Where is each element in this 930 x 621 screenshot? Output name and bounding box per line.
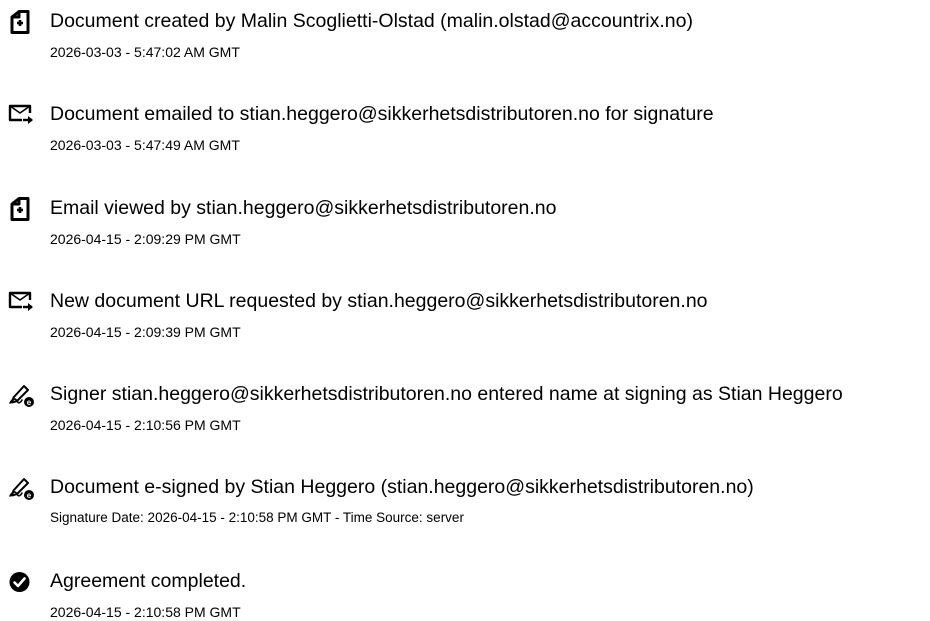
event-title: New document URL requested by stian.hegg… xyxy=(50,290,708,312)
event-title: Signer stian.heggero@sikkerhetsdistribut… xyxy=(50,383,843,405)
history-event: Email viewed by stian.heggero@sikkerhets… xyxy=(0,187,930,247)
signature-pen-icon: e xyxy=(8,383,36,409)
event-title: Document emailed to stian.heggero@sikker… xyxy=(50,103,714,125)
check-circle-icon xyxy=(8,570,36,596)
event-title: Document created by Malin Scoglietti-Ols… xyxy=(50,10,693,32)
email-sent-icon xyxy=(8,103,36,129)
signature-pen-icon: e xyxy=(8,476,36,502)
history-event: Document created by Malin Scoglietti-Ols… xyxy=(0,0,930,60)
event-title: Agreement completed. xyxy=(50,570,247,592)
history-event: Document emailed to stian.heggero@sikker… xyxy=(0,93,930,153)
event-title: Email viewed by stian.heggero@sikkerhets… xyxy=(50,197,557,219)
event-timestamp: 2026-04-15 - 2:09:39 PM GMT xyxy=(50,324,241,340)
event-timestamp: 2026-04-15 - 2:10:58 PM GMT xyxy=(50,604,241,620)
svg-text:e: e xyxy=(27,491,32,500)
event-timestamp: 2026-03-03 - 5:47:02 AM GMT xyxy=(50,44,240,60)
svg-text:e: e xyxy=(27,398,32,407)
document-created-icon xyxy=(8,10,36,36)
document-viewed-icon xyxy=(8,197,36,223)
history-event: Agreement completed. 2026-04-15 - 2:10:5… xyxy=(0,560,930,620)
history-event: New document URL requested by stian.hegg… xyxy=(0,280,930,340)
history-event: e Document e-signed by Stian Heggero (st… xyxy=(0,466,930,526)
history-event: e Signer stian.heggero@sikkerhetsdistrib… xyxy=(0,373,930,433)
url-request-icon xyxy=(8,290,36,316)
event-signature-details: Signature Date: 2026-04-15 - 2:10:58 PM … xyxy=(50,510,464,525)
event-timestamp: 2026-03-03 - 5:47:49 AM GMT xyxy=(50,137,240,153)
event-timestamp: 2026-04-15 - 2:10:56 PM GMT xyxy=(50,417,241,433)
event-title: Document e-signed by Stian Heggero (stia… xyxy=(50,476,754,498)
event-timestamp: 2026-04-15 - 2:09:29 PM GMT xyxy=(50,231,241,247)
